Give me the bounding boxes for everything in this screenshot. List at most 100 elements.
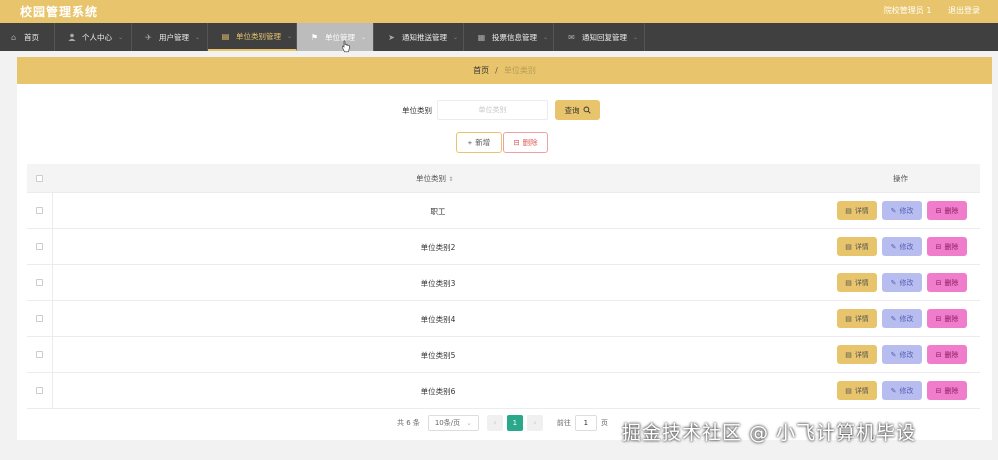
main-nav: ⌂ 首页 个人中心 ⌄ ✈ 用户管理 ⌄ ▤ 单位类别管理 ⌄ ⚑ 单位管理 ⌄…	[0, 23, 998, 51]
edit-button[interactable]: ✎ 修改	[882, 201, 922, 220]
row-checkbox[interactable]	[36, 207, 43, 214]
chevron-down-icon: ⌄	[361, 33, 367, 41]
chevron-down-icon: ⌄	[453, 33, 459, 41]
nav-item-profile[interactable]: 个人中心 ⌄	[55, 23, 132, 51]
nav-item-unit[interactable]: ⚑ 单位管理 ⌄	[297, 23, 374, 51]
row-actions: ▤ 详情 ✎ 修改 ⊟ 删除	[837, 381, 967, 400]
row-checkbox[interactable]	[36, 351, 43, 358]
breadcrumb-home[interactable]: 首页	[473, 65, 489, 76]
chevron-down-icon: ⌄	[287, 32, 293, 40]
table-row: 单位类别6 ▤ 详情 ✎ 修改 ⊟ 删除	[27, 373, 980, 409]
nav-item-vote-info[interactable]: ▦ 投票信息管理 ⌄	[464, 23, 554, 51]
detail-button[interactable]: ▤ 详情	[837, 381, 877, 400]
nav-item-notice-reply[interactable]: ✉ 通知回复管理 ⌄	[554, 23, 645, 51]
trash-icon: ⊟	[935, 278, 942, 287]
remove-label: 删除	[944, 314, 959, 323]
detail-button[interactable]: ▤ 详情	[837, 273, 877, 292]
remove-button[interactable]: ⊟ 删除	[927, 345, 967, 364]
doc-icon: ▤	[845, 350, 852, 359]
breadcrumb: 首页 / 单位类别	[17, 57, 992, 84]
goto-page-input[interactable]: 1	[574, 415, 597, 431]
table-row: 职工 ▤ 详情 ✎ 修改 ⊟ 删除	[27, 193, 980, 229]
search-label: 单位类别	[402, 106, 432, 115]
add-button[interactable]: + 新增	[456, 132, 502, 153]
table-row: 单位类别3 ▤ 详情 ✎ 修改 ⊟ 删除	[27, 265, 980, 301]
logout-link[interactable]: 退出登录	[948, 6, 980, 15]
row-checkbox[interactable]	[36, 243, 43, 250]
grid-icon: ▦	[477, 32, 486, 42]
cell-unit-category: 单位类别4	[420, 315, 456, 324]
column-header-name[interactable]: 单位类别 ⇕	[416, 173, 453, 184]
edit-button[interactable]: ✎ 修改	[882, 381, 922, 400]
detail-button[interactable]: ▤ 详情	[837, 345, 877, 364]
trash-icon: ⊟	[935, 206, 942, 215]
edit-button[interactable]: ✎ 修改	[882, 345, 922, 364]
nav-item-home[interactable]: ⌂ 首页	[0, 23, 55, 51]
chevron-left-icon: ‹	[493, 419, 497, 427]
nav-label: 投票信息管理	[492, 32, 537, 42]
doc-icon: ▤	[845, 278, 852, 287]
edit-button[interactable]: ✎ 修改	[882, 273, 922, 292]
edit-button[interactable]: ✎ 修改	[882, 237, 922, 256]
remove-button[interactable]: ⊟ 删除	[927, 309, 967, 328]
remove-button[interactable]: ⊟ 删除	[927, 381, 967, 400]
prev-page-button[interactable]: ‹	[486, 415, 503, 431]
send-icon: ➤	[388, 32, 395, 42]
next-page-button[interactable]: ›	[526, 415, 543, 431]
page-size-select[interactable]: 10条/页 ⌄	[427, 415, 479, 431]
chevron-down-icon: ⌄	[543, 33, 549, 41]
main-content: 首页 / 单位类别 单位类别 查询 + 新增 ⊟ 删除 单位类别 ⇕ 操作	[17, 57, 992, 440]
breadcrumb-separator: /	[495, 66, 498, 75]
row-actions: ▤ 详情 ✎ 修改 ⊟ 删除	[837, 201, 967, 220]
select-all-checkbox[interactable]	[36, 175, 43, 182]
flag-icon: ⚑	[310, 32, 319, 42]
chevron-down-icon: ⌄	[195, 33, 201, 41]
trash-icon: ⊟	[935, 386, 942, 395]
pencil-icon: ✎	[890, 278, 897, 287]
nav-item-unit-category[interactable]: ▤ 单位类别管理 ⌄	[208, 23, 297, 51]
row-actions: ▤ 详情 ✎ 修改 ⊟ 删除	[837, 309, 967, 328]
page-number-current[interactable]: 1	[506, 415, 523, 431]
query-button-label: 查询	[564, 105, 580, 115]
detail-label: 详情	[854, 242, 869, 251]
nav-item-users[interactable]: ✈ 用户管理 ⌄	[132, 23, 208, 51]
detail-label: 详情	[854, 206, 869, 215]
chevron-right-icon: ›	[533, 419, 537, 427]
edit-button[interactable]: ✎ 修改	[882, 309, 922, 328]
sort-icon[interactable]: ⇕	[448, 176, 453, 183]
nav-label: 通知推送管理	[402, 32, 447, 42]
category-icon: ▤	[221, 31, 230, 41]
doc-icon: ▤	[845, 314, 852, 323]
query-button[interactable]: 查询	[555, 100, 600, 120]
table-header: 单位类别 ⇕ 操作	[27, 164, 980, 193]
row-checkbox[interactable]	[36, 315, 43, 322]
delete-button-label: 删除	[522, 138, 538, 147]
row-checkbox[interactable]	[36, 279, 43, 286]
detail-button[interactable]: ▤ 详情	[837, 237, 877, 256]
detail-button[interactable]: ▤ 详情	[837, 201, 877, 220]
doc-icon: ▤	[845, 206, 852, 215]
remove-button[interactable]: ⊟ 删除	[927, 237, 967, 256]
pagination: 共 6 条 10条/页 ⌄ ‹ 1 › 前往 1 页	[397, 415, 608, 431]
row-checkbox[interactable]	[36, 387, 43, 394]
remove-label: 删除	[944, 386, 959, 395]
row-actions: ▤ 详情 ✎ 修改 ⊟ 删除	[837, 273, 967, 292]
chevron-down-icon: ⌄	[118, 33, 124, 41]
detail-label: 详情	[854, 386, 869, 395]
search-icon	[583, 106, 591, 114]
nav-item-notice-push[interactable]: ➤ 通知推送管理 ⌄	[374, 23, 464, 51]
cell-unit-category: 单位类别6	[420, 387, 456, 396]
remove-label: 删除	[944, 242, 959, 251]
cell-unit-category: 单位类别2	[420, 243, 456, 252]
goto-label: 前往	[556, 419, 571, 427]
batch-delete-button[interactable]: ⊟ 删除	[503, 132, 548, 153]
edit-label: 修改	[899, 386, 914, 395]
remove-button[interactable]: ⊟ 删除	[927, 273, 967, 292]
pencil-icon: ✎	[890, 206, 897, 215]
edit-label: 修改	[899, 206, 914, 215]
remove-button[interactable]: ⊟ 删除	[927, 201, 967, 220]
edit-label: 修改	[899, 350, 914, 359]
detail-button[interactable]: ▤ 详情	[837, 309, 877, 328]
search-input[interactable]	[437, 100, 548, 120]
pencil-icon: ✎	[890, 386, 897, 395]
